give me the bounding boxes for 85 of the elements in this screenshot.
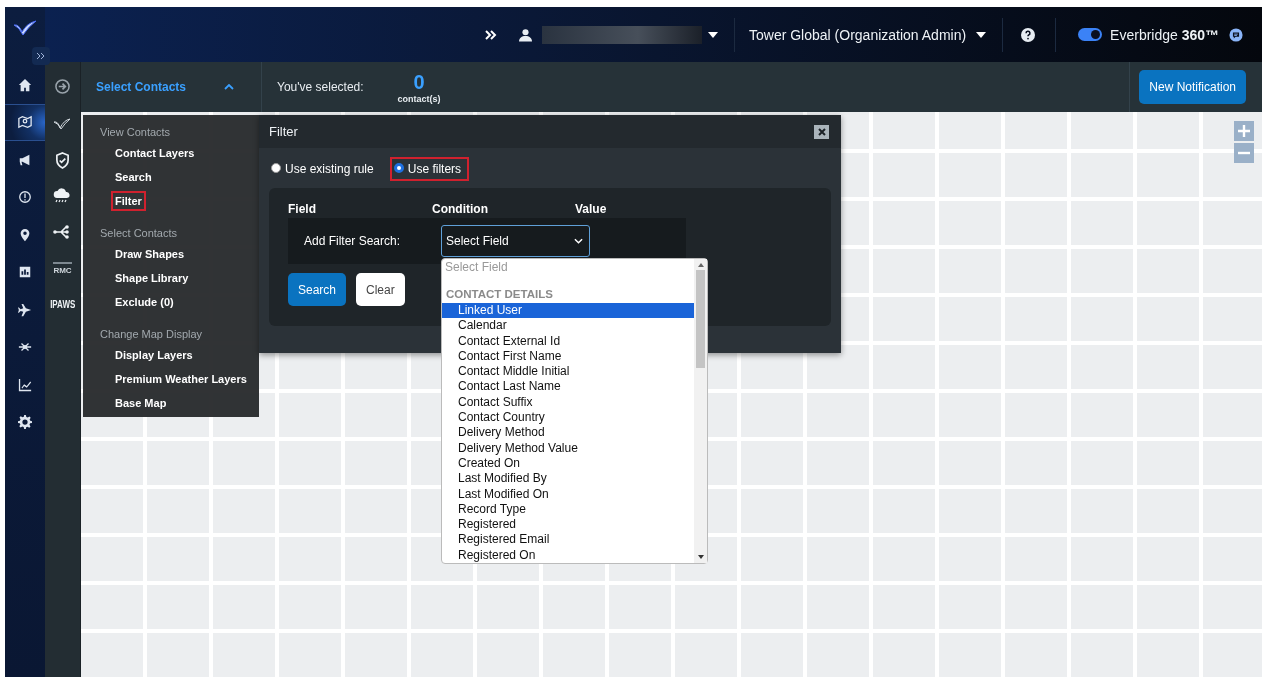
close-button[interactable]: [814, 124, 829, 139]
dropdown-option[interactable]: Contact External Id: [442, 333, 694, 349]
contact-count: 0: [413, 70, 425, 94]
branch-icon: [53, 224, 72, 240]
menu-section-title: Select Contacts: [100, 227, 178, 239]
close-icon: [817, 127, 826, 136]
new-notification-button[interactable]: New Notification: [1139, 70, 1246, 104]
menu-item[interactable]: Exclude (0): [111, 292, 178, 312]
menu-item[interactable]: Display Layers: [111, 345, 197, 365]
field-select[interactable]: Select Field: [441, 225, 590, 257]
field-label: Add Filter Search:: [304, 234, 402, 248]
dropdown-option[interactable]: Record Type: [442, 501, 694, 518]
ipaws-tool-button[interactable]: IPAWS: [46, 292, 79, 316]
map-icon: [18, 115, 32, 130]
chat-icon[interactable]: [1229, 27, 1244, 42]
scrollbar-thumb[interactable]: [696, 270, 705, 368]
plane-icon: [18, 302, 32, 317]
dropdown-option[interactable]: Calendar: [442, 318, 694, 334]
search-button[interactable]: Search: [288, 273, 347, 306]
dropdown-option[interactable]: Last Modified On: [442, 486, 694, 502]
shield-check-icon: [55, 151, 70, 169]
column-header: Value: [575, 202, 607, 216]
dropdown-option[interactable]: Registered Email: [442, 532, 694, 548]
dropdown-option[interactable]: Linked User: [442, 302, 694, 319]
menu-section-title: Change Map Display: [100, 328, 203, 340]
clear-button[interactable]: Clear: [356, 273, 405, 306]
chevron-icon: [224, 84, 235, 90]
menu-item[interactable]: Shape Library: [111, 268, 193, 288]
menu-item[interactable]: Premium Weather Layers: [111, 369, 251, 389]
caret-icon[interactable]: [708, 31, 718, 38]
dropdown-option[interactable]: Registered: [442, 517, 694, 533]
ipaws-label: IPAWS: [49, 298, 76, 310]
panel-title: Filter: [269, 124, 298, 139]
menu-item[interactable]: Search: [111, 167, 156, 187]
map-nav-button[interactable]: [5, 103, 45, 141]
bird-icon: [53, 118, 72, 130]
user-icon[interactable]: [519, 27, 532, 42]
map-placeholder[interactable]: [81, 112, 1262, 677]
scroll-up-icon[interactable]: [697, 263, 704, 267]
dropdown-option[interactable]: Contact Country: [442, 410, 694, 426]
option-group-header: CONTACT DETAILS: [445, 288, 554, 303]
menu-item[interactable]: Contact Layers: [111, 143, 199, 163]
expand-button[interactable]: [32, 47, 50, 65]
select-contacts-toggle[interactable]: Select Contacts: [96, 80, 235, 94]
dropdown-option[interactable]: Delivery Method: [442, 425, 694, 441]
scrollbar[interactable]: [694, 259, 707, 563]
menu-section-title: View Contacts: [100, 126, 171, 138]
menu-item[interactable]: Filter: [111, 191, 146, 211]
rmc-tool-button[interactable]: RMC: [53, 256, 72, 280]
product-name: Everbridge 360™: [1110, 26, 1220, 43]
dropdown-option[interactable]: Contact Middle Initial: [442, 364, 694, 380]
column-header: Condition: [432, 202, 489, 216]
megaphone-icon: [18, 152, 32, 167]
column-header: Field: [288, 202, 317, 216]
dropdown-option[interactable]: Contact First Name: [442, 348, 694, 365]
caret-icon: [976, 31, 987, 38]
menu-item[interactable]: Base Map: [111, 393, 171, 413]
radio-option[interactable]: Use filters: [389, 157, 470, 181]
double-chevron-icon: [36, 52, 46, 60]
toggle-switch[interactable]: [1078, 28, 1103, 41]
report-icon: [18, 265, 32, 280]
help-icon[interactable]: [1021, 27, 1036, 42]
chart-icon: [18, 377, 32, 392]
dropdown-option[interactable]: Delivery Method Value: [442, 440, 694, 456]
dropdown-option[interactable]: Created On: [442, 455, 694, 472]
arrow-circle-icon[interactable]: [55, 79, 70, 94]
organization-dropdown[interactable]: Tower Global (Organization Admin): [749, 26, 987, 43]
bird-logo-icon: [13, 20, 37, 36]
home-icon: [18, 77, 32, 92]
double-chevron-icon[interactable]: [485, 29, 497, 40]
rmc-label: RMC: [53, 261, 72, 275]
selection-label: You've selected:: [277, 80, 364, 94]
scroll-down-icon[interactable]: [697, 555, 704, 559]
gear-icon: [18, 415, 32, 430]
rain-cloud-icon: [53, 188, 72, 204]
dropdown-option[interactable]: Contact Last Name: [442, 379, 694, 395]
radio-option[interactable]: Use existing rule: [267, 157, 382, 181]
dropdown-option[interactable]: Registered On: [442, 547, 694, 563]
dropdown-option[interactable]: Last Modified By: [442, 471, 694, 487]
dropdown-option[interactable]: Contact Suffix: [442, 394, 694, 410]
chevron-icon: [574, 238, 583, 244]
alert-icon: [18, 190, 32, 205]
pin-icon: [18, 227, 32, 242]
count-unit: contact(s): [397, 93, 441, 104]
menu-item[interactable]: Draw Shapes: [111, 244, 189, 264]
